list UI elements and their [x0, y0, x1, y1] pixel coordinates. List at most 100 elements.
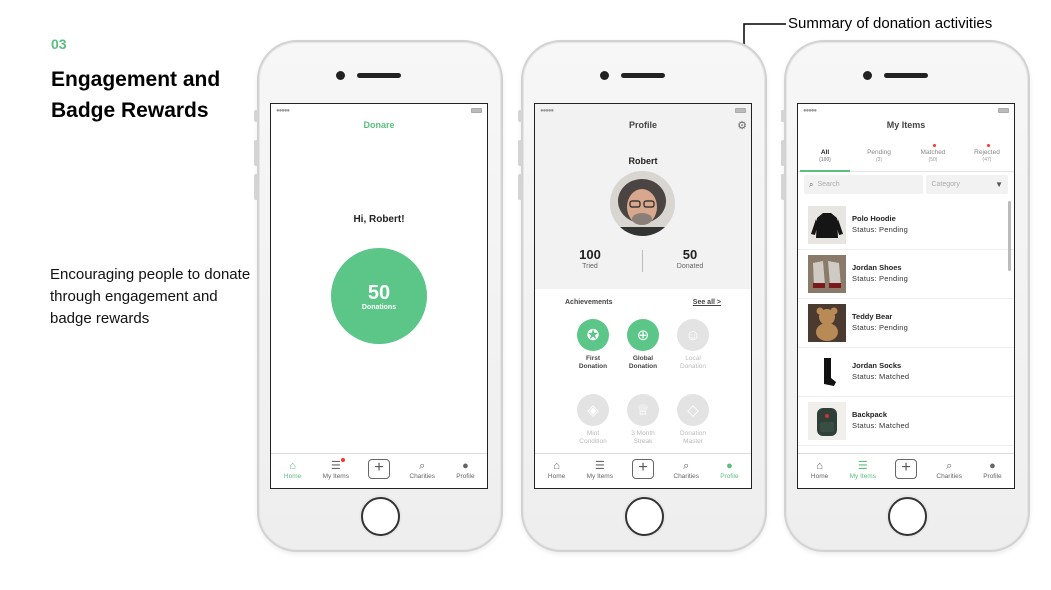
item-status: Status: Matched: [852, 372, 910, 381]
tab-add[interactable]: +: [357, 454, 400, 488]
stat-donated: 50 Donated: [655, 247, 725, 270]
smile-icon: ☺: [677, 319, 709, 351]
callout-label: Summary of donation activities: [788, 15, 993, 32]
item-status: Status: Pending: [852, 225, 908, 234]
item-name: Jordan Socks: [852, 361, 902, 370]
tab-charities[interactable]: ⌕ Charities: [665, 454, 708, 488]
profile-screen: ●●●●● Profile ⚙ Robert 100 Tried 50 Dona…: [534, 103, 752, 489]
section-description: Encouraging people to donate through eng…: [50, 266, 251, 327]
badge-label: 3 Month Streak: [631, 430, 655, 445]
greeting-text: Hi, Robert!: [353, 214, 405, 225]
item-name: Teddy Bear: [852, 312, 893, 321]
tab-my-items[interactable]: ☰ My Items: [314, 454, 357, 488]
item-status: Status: Matched: [852, 421, 910, 430]
tab-home[interactable]: ⌂ Home: [271, 454, 314, 488]
avatar: [610, 171, 675, 236]
achievements-heading: Achievements: [565, 299, 613, 306]
battery-icon: [998, 108, 1009, 113]
stat-divider: [642, 250, 643, 272]
tab-add[interactable]: +: [884, 454, 927, 488]
tab-profile[interactable]: ● Profile: [971, 454, 1014, 488]
list-item[interactable]: Polo Hoodie Status: Pending: [798, 201, 1014, 250]
badge-donation-master[interactable]: ◇ Donation Master: [668, 394, 718, 446]
tab-matched[interactable]: Matched (50): [906, 144, 960, 171]
tab-my-items[interactable]: ☰ My Items: [841, 454, 884, 488]
category-select[interactable]: Category ▼: [926, 175, 1008, 194]
search-icon: ⌕: [683, 460, 690, 472]
tab-charities-label: Charities: [409, 473, 436, 480]
donations-counter[interactable]: 50 Donations: [331, 248, 427, 344]
badge-global-donation[interactable]: ⊕ Global Donation: [618, 319, 668, 371]
list-item[interactable]: Backpack Status: Matched: [798, 397, 1014, 446]
badge-local-donation[interactable]: ☺ Local Donation: [668, 319, 718, 371]
gear-icon[interactable]: ⚙: [737, 119, 747, 132]
list-item[interactable]: Jordan Shoes Status: Pending: [798, 250, 1014, 299]
tab-rejected[interactable]: Rejected (47): [960, 144, 1014, 171]
tab-home[interactable]: ⌂ Home: [535, 454, 578, 488]
globe-icon: ⊕: [627, 319, 659, 351]
tab-profile[interactable]: ● Profile: [708, 454, 751, 488]
home-button[interactable]: [888, 497, 927, 536]
signal-icon: ●●●●●: [276, 108, 290, 114]
tab-profile[interactable]: ● Profile: [444, 454, 487, 488]
home-button[interactable]: [361, 497, 400, 536]
plus-icon: +: [368, 459, 390, 479]
status-bar: ●●●●●: [276, 108, 482, 114]
tab-bar: ⌂ Home ☰ My Items + ⌕ Charities ● Profile: [271, 453, 487, 488]
search-icon: ⌕: [809, 179, 814, 189]
tab-profile-label: Profile: [983, 473, 1002, 480]
stat-value: 50: [682, 247, 698, 262]
badge-3-month-streak[interactable]: ♕ 3 Month Streak: [618, 394, 668, 446]
trophy-icon: ♕: [627, 394, 659, 426]
badge-label: Mint Condition: [579, 430, 607, 445]
user-icon: ●: [989, 460, 996, 472]
home-button[interactable]: [625, 497, 664, 536]
tab-charities[interactable]: ⌕ Charities: [401, 454, 444, 488]
badge-label: Donation Master: [679, 430, 707, 445]
list-icon: ☰: [857, 460, 868, 472]
screen-title: My Items: [886, 120, 926, 130]
search-row: ⌕ Search Category ▼: [804, 175, 1008, 194]
stat-tried: 100 Tried: [555, 247, 625, 270]
plus-icon: +: [895, 459, 917, 479]
tab-home-label: Home: [547, 473, 566, 480]
tab-all[interactable]: All (100): [798, 144, 852, 172]
badge-label: First Donation: [578, 355, 608, 370]
see-all-link[interactable]: See all >: [693, 299, 721, 306]
search-icon: ⌕: [946, 460, 953, 472]
tab-charities-label: Charities: [936, 473, 963, 480]
stat-label: Tried: [582, 263, 598, 270]
items-list: Polo Hoodie Status: Pending Jordan Shoes…: [798, 201, 1014, 446]
tab-home[interactable]: ⌂ Home: [798, 454, 841, 488]
status-bar: ●●●●●: [540, 108, 746, 114]
step-number: 03: [51, 36, 67, 52]
tab-pending[interactable]: Pending (3): [852, 144, 906, 171]
tab-profile-label: Profile: [720, 473, 739, 480]
tab-charities[interactable]: ⌕ Charities: [928, 454, 971, 488]
item-thumbnail: [808, 255, 846, 293]
tab-my-items-label: My Items: [586, 473, 613, 480]
item-thumbnail: [808, 304, 846, 342]
list-item[interactable]: Jordan Socks Status: Matched: [798, 348, 1014, 397]
ribbon-icon: ✪: [577, 319, 609, 351]
badge-mint-condition[interactable]: ◈ Mint Condition: [568, 394, 618, 446]
tab-my-items[interactable]: ☰ My Items: [578, 454, 621, 488]
list-item[interactable]: Teddy Bear Status: Pending: [798, 299, 1014, 348]
profile-name: Robert: [628, 156, 658, 166]
item-thumbnail: [808, 206, 846, 244]
home-icon: ⌂: [553, 460, 560, 472]
earpiece-speaker: [884, 73, 928, 78]
donation-count: 50: [367, 281, 391, 304]
tab-my-items-label: My Items: [322, 473, 349, 480]
home-icon: ⌂: [816, 460, 823, 472]
badge-first-donation[interactable]: ✪ First Donation: [568, 319, 618, 371]
diamond-icon: ◇: [677, 394, 709, 426]
search-placeholder: Search: [817, 181, 840, 188]
tab-add[interactable]: +: [621, 454, 664, 488]
signal-icon: ●●●●●: [803, 108, 817, 114]
scrollbar[interactable]: [1008, 201, 1011, 271]
notification-dot: [933, 144, 936, 147]
user-icon: ●: [726, 460, 733, 472]
search-input[interactable]: ⌕ Search: [804, 175, 924, 194]
badge-label: Global Donation: [628, 355, 658, 370]
